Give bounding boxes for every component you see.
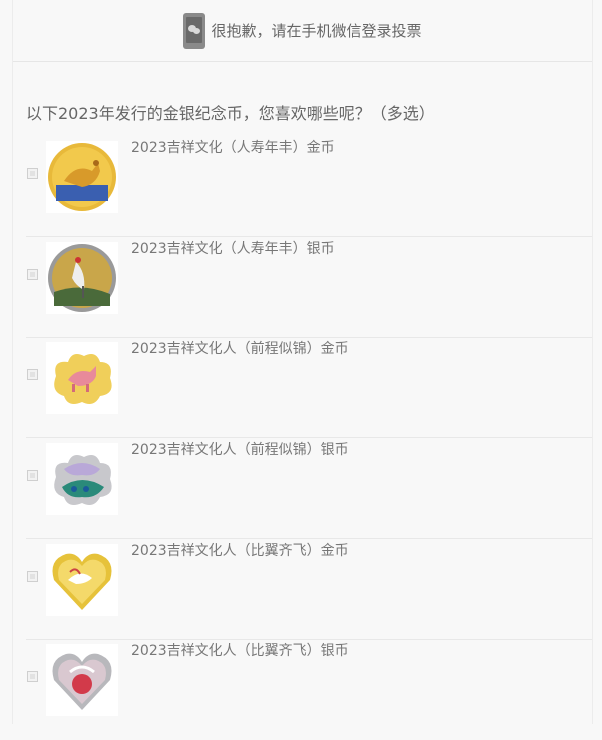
option-checkbox[interactable] <box>27 571 38 582</box>
login-notice: 很抱歉，请在手机微信登录投票 <box>13 0 592 62</box>
coin-image-gold-deer <box>46 141 118 213</box>
option-checkbox[interactable] <box>27 168 38 179</box>
option-checkbox[interactable] <box>27 671 38 682</box>
option-item[interactable]: 2023吉祥文化（人寿年丰）金币 <box>26 137 592 237</box>
option-label: 2023吉祥文化（人寿年丰）金币 <box>131 140 335 156</box>
coin-image-silver-heart <box>46 644 118 716</box>
wechat-phone-icon <box>183 12 206 49</box>
coin-image-gold-heart <box>46 544 118 616</box>
question-title: 以下2023年发行的金银纪念币，您喜欢哪些呢？（多选） <box>26 104 435 123</box>
option-label: 2023吉祥文化人（前程似锦）银币 <box>131 442 349 458</box>
coin-image-silver-peacock <box>46 443 118 515</box>
option-label: 2023吉祥文化人（比翼齐飞）银币 <box>131 643 349 659</box>
option-label: 2023吉祥文化人（比翼齐飞）金币 <box>131 543 349 559</box>
option-item[interactable]: 2023吉祥文化人（比翼齐飞）银币 <box>26 640 592 740</box>
login-notice-text: 很抱歉，请在手机微信登录投票 <box>211 22 422 40</box>
option-item[interactable]: 2023吉祥文化（人寿年丰）银币 <box>26 238 592 338</box>
option-item[interactable]: 2023吉祥文化人（前程似锦）银币 <box>26 439 592 539</box>
vote-page: 很抱歉，请在手机微信登录投票 以下2023年发行的金银纪念币，您喜欢哪些呢？（多… <box>12 0 593 724</box>
option-item[interactable]: 2023吉祥文化人（比翼齐飞）金币 <box>26 540 592 640</box>
option-checkbox[interactable] <box>27 470 38 481</box>
coin-image-gold-horse <box>46 342 118 414</box>
option-item[interactable]: 2023吉祥文化人（前程似锦）金币 <box>26 338 592 438</box>
option-checkbox[interactable] <box>27 369 38 380</box>
option-label: 2023吉祥文化（人寿年丰）银币 <box>131 241 335 257</box>
coin-image-silver-crane <box>46 242 118 314</box>
option-checkbox[interactable] <box>27 269 38 280</box>
option-label: 2023吉祥文化人（前程似锦）金币 <box>131 341 349 357</box>
